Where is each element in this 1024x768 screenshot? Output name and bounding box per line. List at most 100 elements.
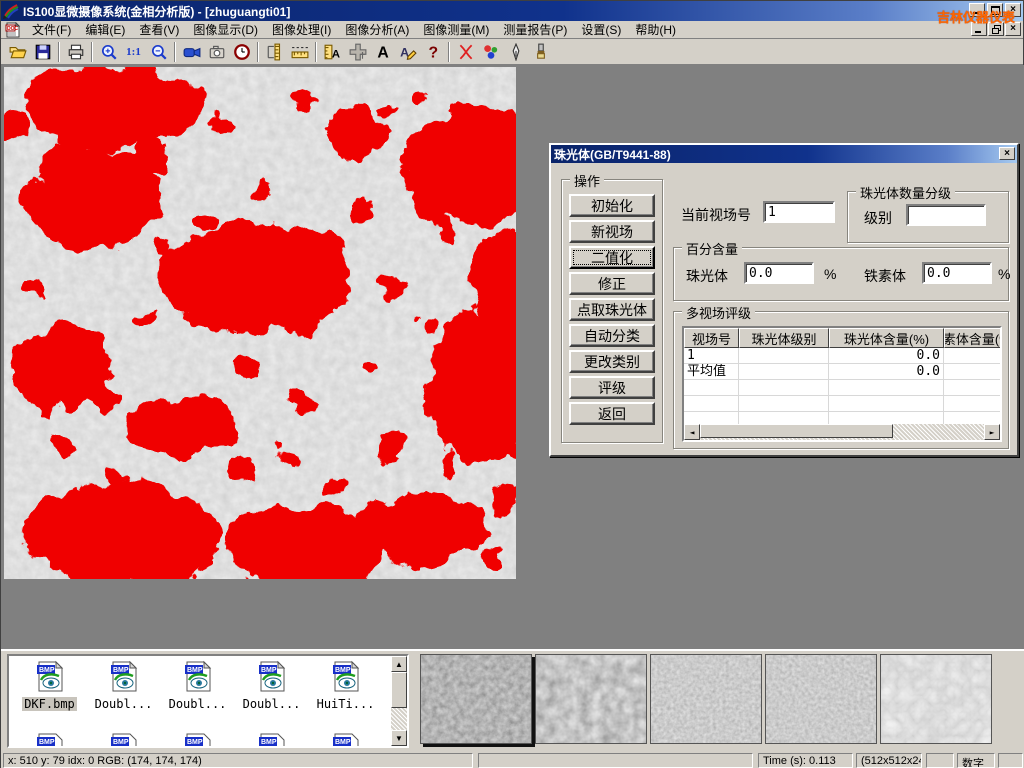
open-folder-button[interactable] bbox=[5, 40, 30, 64]
correct-button[interactable]: 修正 bbox=[569, 272, 655, 295]
col-pearlite-content[interactable]: 珠光体含量(%) bbox=[829, 328, 944, 348]
thumbnail-4[interactable] bbox=[765, 654, 877, 744]
file-item[interactable]: BMP Doubl... bbox=[235, 660, 308, 711]
pen-button[interactable] bbox=[503, 40, 528, 64]
ferrite-percent-input[interactable] bbox=[922, 262, 992, 284]
zoom-in-icon bbox=[100, 43, 118, 61]
file-name[interactable]: HuiTi... bbox=[315, 697, 377, 711]
menu-image-process[interactable]: 图像处理(I) bbox=[265, 22, 338, 38]
scroll-right-icon[interactable]: ► bbox=[984, 424, 1000, 440]
grid-cross-button[interactable] bbox=[345, 40, 370, 64]
annotate-button[interactable]: A bbox=[395, 40, 420, 64]
cell: 0.0 bbox=[829, 348, 944, 363]
print-button[interactable] bbox=[63, 40, 88, 64]
caliper-button[interactable] bbox=[262, 40, 287, 64]
file-item[interactable]: BMP Doubl... bbox=[87, 660, 160, 711]
timer-clock-button[interactable] bbox=[229, 40, 254, 64]
file-item[interactable]: BMP bbox=[309, 732, 382, 748]
scroll-thumb[interactable] bbox=[700, 424, 893, 438]
dialog-close-button[interactable]: × bbox=[999, 147, 1015, 160]
col-pearlite-grade[interactable]: 珠光体级别 bbox=[739, 328, 829, 348]
text-tool-button[interactable]: A bbox=[370, 40, 395, 64]
file-item[interactable]: BMP bbox=[235, 732, 308, 748]
table-row-empty bbox=[684, 396, 1000, 412]
bmp-file-icon: BMP bbox=[330, 732, 362, 748]
thumbnail-1[interactable] bbox=[420, 654, 532, 744]
col-field-number[interactable]: 视场号 bbox=[684, 328, 739, 348]
video-camera-button[interactable] bbox=[179, 40, 204, 64]
cell bbox=[944, 364, 1000, 379]
menu-edit[interactable]: 编辑(E) bbox=[78, 22, 132, 38]
file-item[interactable]: BMP bbox=[161, 732, 234, 748]
help-button[interactable]: ? bbox=[420, 40, 445, 64]
menu-measure-report[interactable]: 测量报告(P) bbox=[496, 22, 574, 38]
dialog-title-bar[interactable]: 珠光体(GB/T9441-88) × bbox=[551, 145, 1017, 163]
menu-view[interactable]: 查看(V) bbox=[132, 22, 186, 38]
bmp-file-icon: BMP bbox=[108, 660, 140, 692]
brush-button[interactable] bbox=[528, 40, 553, 64]
measure-label-button[interactable]: A bbox=[320, 40, 345, 64]
file-name[interactable]: Doubl... bbox=[241, 697, 303, 711]
binarize-button[interactable]: 二值化 bbox=[569, 246, 655, 269]
file-item[interactable]: BMP bbox=[13, 732, 86, 748]
initialize-button[interactable]: 初始化 bbox=[569, 194, 655, 217]
help-icon: ? bbox=[424, 43, 442, 61]
ruler-button[interactable] bbox=[287, 40, 312, 64]
thumbnail-5[interactable] bbox=[880, 654, 992, 744]
table-horizontal-scrollbar[interactable]: ◄ ► bbox=[684, 424, 1000, 440]
file-item[interactable]: BMP Doubl... bbox=[161, 660, 234, 711]
rating-table-header: 视场号 珠光体级别 珠光体含量(%) 铁素体含量(%) bbox=[684, 328, 1000, 348]
pearlite-unit: % bbox=[824, 266, 836, 282]
file-item[interactable]: BMP bbox=[87, 732, 160, 748]
window-title: IS100显微摄像系统(金相分析版) - [zhuguangti01] bbox=[23, 3, 290, 20]
table-row[interactable]: 平均值 0.0 bbox=[684, 364, 1000, 380]
menu-help[interactable]: 帮助(H) bbox=[628, 22, 683, 38]
menu-image-measure[interactable]: 图像测量(M) bbox=[416, 22, 496, 38]
actual-size-button[interactable]: 1:1 bbox=[121, 40, 146, 64]
scroll-thumb[interactable] bbox=[391, 672, 407, 708]
menu-image-display[interactable]: 图像显示(D) bbox=[186, 22, 265, 38]
level-input[interactable] bbox=[906, 204, 986, 226]
thumbnail-2[interactable] bbox=[535, 654, 647, 744]
spline-curve-button[interactable] bbox=[453, 40, 478, 64]
auto-classify-button[interactable]: 自动分类 bbox=[569, 324, 655, 347]
file-browser-scrollbar[interactable]: ▲ ▼ bbox=[391, 656, 407, 746]
table-row[interactable]: 1 0.0 bbox=[684, 348, 1000, 364]
rating-table[interactable]: 视场号 珠光体级别 珠光体含量(%) 铁素体含量(%) 1 0.0 bbox=[682, 326, 1002, 442]
file-item[interactable]: BMP HuiTi... bbox=[309, 660, 382, 711]
text-tool-icon: A bbox=[374, 43, 392, 61]
thumbnail-3[interactable] bbox=[650, 654, 762, 744]
file-name[interactable]: DKF.bmp bbox=[22, 697, 77, 711]
particle-classify-button[interactable] bbox=[478, 40, 503, 64]
photo-camera-button[interactable] bbox=[204, 40, 229, 64]
scroll-track[interactable] bbox=[700, 424, 984, 440]
toolbar-separator bbox=[315, 42, 317, 62]
menu-image-analysis[interactable]: 图像分析(A) bbox=[338, 22, 416, 38]
file-name[interactable]: Doubl... bbox=[167, 697, 229, 711]
pearlite-percent-input[interactable] bbox=[744, 262, 814, 284]
scroll-down-icon[interactable]: ▼ bbox=[391, 730, 407, 746]
file-name[interactable]: Doubl... bbox=[93, 697, 155, 711]
toolbar-separator bbox=[174, 42, 176, 62]
current-field-input[interactable] bbox=[763, 201, 835, 223]
change-class-button[interactable]: 更改类别 bbox=[569, 350, 655, 373]
file-browser[interactable]: BMP DKF.bmp BMP Doubl... BMP bbox=[7, 654, 409, 748]
menu-file[interactable]: 文件(F) bbox=[25, 22, 78, 38]
actual-size-icon: 1:1 bbox=[126, 46, 141, 58]
grade-button[interactable]: 评级 bbox=[569, 376, 655, 399]
scroll-left-icon[interactable]: ◄ bbox=[684, 424, 700, 440]
svg-text:BMP: BMP bbox=[261, 667, 277, 674]
svg-text:?: ? bbox=[428, 44, 438, 60]
file-item[interactable]: BMP DKF.bmp bbox=[13, 660, 86, 711]
menu-settings[interactable]: 设置(S) bbox=[574, 22, 628, 38]
scroll-up-icon[interactable]: ▲ bbox=[391, 656, 407, 672]
status-empty-panel bbox=[478, 753, 753, 768]
col-ferrite-content[interactable]: 铁素体含量(%) bbox=[944, 328, 1000, 348]
zoom-out-button[interactable] bbox=[146, 40, 171, 64]
save-button[interactable] bbox=[30, 40, 55, 64]
return-button[interactable]: 返回 bbox=[569, 402, 655, 425]
new-field-button[interactable]: 新视场 bbox=[569, 220, 655, 243]
zoom-in-button[interactable] bbox=[96, 40, 121, 64]
pick-pearlite-button[interactable]: 点取珠光体 bbox=[569, 298, 655, 321]
micrograph-view[interactable] bbox=[4, 67, 516, 579]
